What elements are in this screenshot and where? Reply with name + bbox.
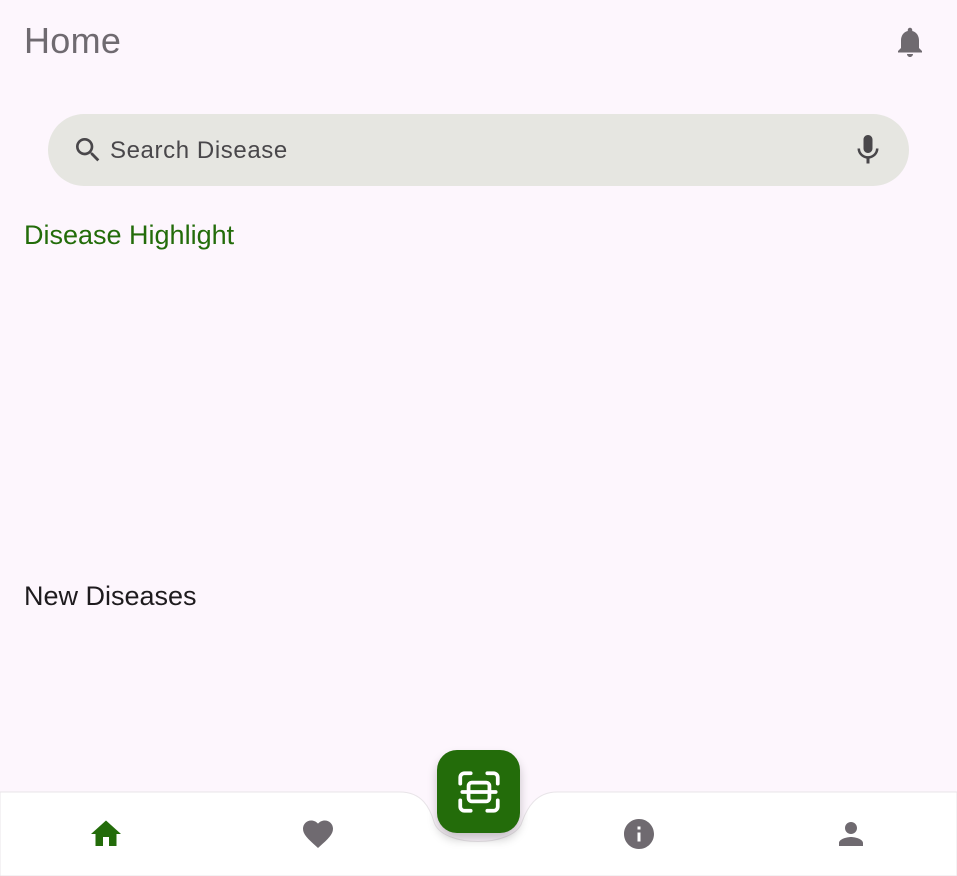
notifications-button[interactable] — [890, 22, 930, 62]
nav-item-info[interactable] — [619, 814, 659, 854]
person-icon — [839, 822, 863, 846]
search-bar[interactable] — [48, 114, 909, 186]
page-title: Home — [24, 20, 122, 61]
search-input[interactable] — [108, 132, 832, 170]
home-icon — [91, 820, 121, 846]
bell-icon — [898, 27, 922, 57]
app-bar: Home — [0, 0, 957, 84]
new-diseases-heading: New Diseases — [24, 581, 197, 611]
heart-icon — [303, 820, 333, 849]
nav-item-favorites[interactable] — [298, 814, 338, 854]
search-icon — [76, 138, 100, 162]
info-icon — [624, 819, 654, 849]
nav-item-home[interactable] — [86, 814, 126, 854]
disease-highlight-list — [24, 266, 933, 556]
scan-icon — [457, 770, 500, 813]
nav-item-profile[interactable] — [831, 814, 871, 854]
disease-highlight-heading: Disease Highlight — [24, 220, 235, 250]
mic-icon[interactable] — [850, 132, 886, 168]
scan-button[interactable] — [437, 750, 520, 833]
